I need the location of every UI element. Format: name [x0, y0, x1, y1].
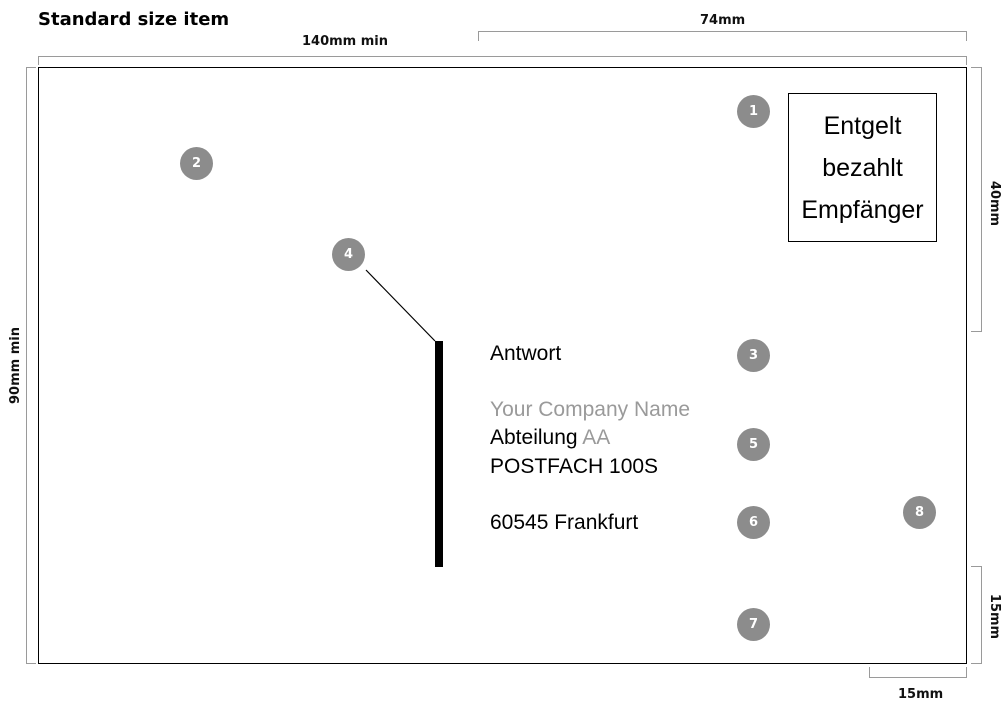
marker-5: 5: [737, 428, 770, 461]
department-line: Abteilung AA: [490, 424, 610, 452]
marker-1: 1: [737, 95, 770, 128]
marker-4: 4: [332, 238, 365, 271]
marker-6: 6: [737, 506, 770, 539]
postbox-line: POSTFACH 100S: [490, 455, 659, 478]
barcode-bar: [435, 341, 443, 567]
department-prefix: Abteilung: [490, 426, 578, 449]
marker-2: 2: [180, 147, 213, 180]
company-name: Your Company Name: [490, 398, 690, 421]
reply-label: Antwort: [490, 342, 562, 365]
city-line: 60545 Frankfurt: [490, 511, 639, 534]
department-code: AA: [582, 426, 611, 449]
marker-3: 3: [737, 339, 770, 372]
marker-8: 8: [903, 496, 936, 529]
marker-7: 7: [737, 608, 770, 641]
